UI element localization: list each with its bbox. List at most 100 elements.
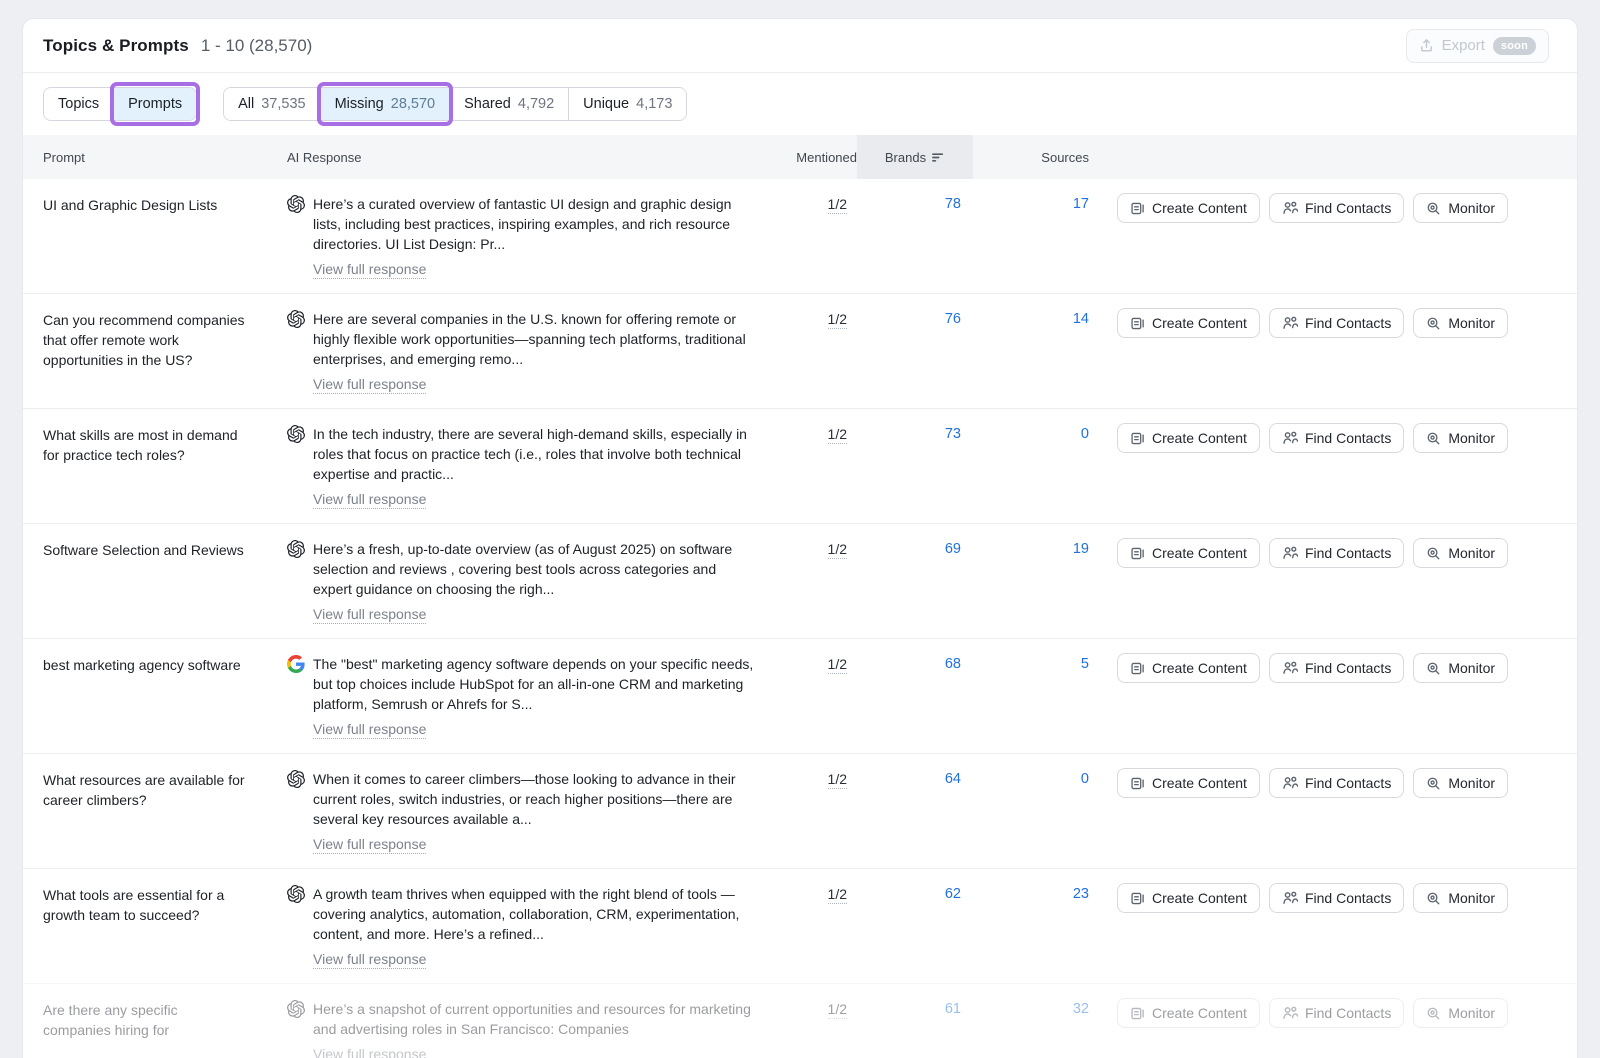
create-content-button[interactable]: Create Content xyxy=(1117,768,1260,798)
sources-count-link[interactable]: 23 xyxy=(1073,886,1089,902)
mentioned-cell: 1/2 xyxy=(771,869,857,904)
brands-count-link[interactable]: 61 xyxy=(945,1001,961,1017)
monitor-button[interactable]: Monitor xyxy=(1413,308,1508,338)
row-actions: Create Content Find Contacts Monitor xyxy=(1089,639,1553,683)
monitor-button[interactable]: Monitor xyxy=(1413,653,1508,683)
mentioned-value[interactable]: 1/2 xyxy=(828,886,847,904)
brands-count-link[interactable]: 76 xyxy=(945,311,961,327)
create-content-button[interactable]: Create Content xyxy=(1117,308,1260,338)
tab-prompts[interactable]: Prompts xyxy=(113,88,196,120)
brands-cell: 69 xyxy=(857,524,973,557)
brands-count-link[interactable]: 78 xyxy=(945,196,961,212)
mentioned-cell: 1/2 xyxy=(771,754,857,789)
find-contacts-icon xyxy=(1282,660,1298,676)
sources-count-link[interactable]: 17 xyxy=(1073,196,1089,212)
ai-response-cell: When it comes to career climbers—those l… xyxy=(287,754,771,868)
table-row: best marketing agency software The "best… xyxy=(23,638,1577,753)
create-content-button[interactable]: Create Content xyxy=(1117,998,1260,1028)
mentioned-value[interactable]: 1/2 xyxy=(828,541,847,559)
sources-count-link[interactable]: 0 xyxy=(1081,771,1089,787)
find-contacts-button[interactable]: Find Contacts xyxy=(1269,998,1404,1028)
view-full-response-link[interactable]: View full response xyxy=(313,721,426,739)
mentioned-value[interactable]: 1/2 xyxy=(828,426,847,444)
tab-all[interactable]: All 37,535 xyxy=(224,88,319,120)
column-header-prompt: Prompt xyxy=(43,135,287,179)
row-actions: Create Content Find Contacts Monitor xyxy=(1089,984,1553,1028)
create-content-icon xyxy=(1130,891,1145,906)
create-content-button[interactable]: Create Content xyxy=(1117,653,1260,683)
create-content-icon xyxy=(1130,316,1145,331)
find-contacts-button[interactable]: Find Contacts xyxy=(1269,308,1404,338)
tab-shared[interactable]: Shared 4,792 xyxy=(449,88,568,120)
ai-response-cell: Here’s a snapshot of current opportuniti… xyxy=(287,984,771,1058)
monitor-icon xyxy=(1426,1006,1441,1021)
find-contacts-button[interactable]: Find Contacts xyxy=(1269,768,1404,798)
sources-count-link[interactable]: 5 xyxy=(1081,656,1089,672)
openai-icon xyxy=(287,540,305,558)
mentioned-value[interactable]: 1/2 xyxy=(828,771,847,789)
view-full-response-link[interactable]: View full response xyxy=(313,376,426,394)
view-full-response-link[interactable]: View full response xyxy=(313,836,426,854)
tab-unique-label: Unique xyxy=(583,96,629,112)
brands-count-link[interactable]: 69 xyxy=(945,541,961,557)
find-contacts-icon xyxy=(1282,1005,1298,1021)
prompt-text: What tools are essential for a growth te… xyxy=(43,869,287,941)
sources-count-link[interactable]: 0 xyxy=(1081,426,1089,442)
prompt-text: Are there any specific companies hiring … xyxy=(43,984,287,1056)
brands-count-link[interactable]: 68 xyxy=(945,656,961,672)
sources-count-link[interactable]: 32 xyxy=(1073,1001,1089,1017)
monitor-button[interactable]: Monitor xyxy=(1413,883,1508,913)
view-full-response-link[interactable]: View full response xyxy=(313,606,426,624)
openai-icon xyxy=(287,195,305,213)
monitor-button[interactable]: Monitor xyxy=(1413,193,1508,223)
mentioned-value[interactable]: 1/2 xyxy=(828,1001,847,1019)
sources-count-link[interactable]: 14 xyxy=(1073,311,1089,327)
mentioned-value[interactable]: 1/2 xyxy=(828,196,847,214)
brands-count-link[interactable]: 73 xyxy=(945,426,961,442)
find-contacts-icon xyxy=(1282,775,1298,791)
view-full-response-link[interactable]: View full response xyxy=(313,261,426,279)
column-header-sources[interactable]: Sources xyxy=(973,135,1089,179)
tab-missing-label: Missing xyxy=(335,96,384,112)
find-contacts-button[interactable]: Find Contacts xyxy=(1269,883,1404,913)
create-content-button[interactable]: Create Content xyxy=(1117,538,1260,568)
monitor-button[interactable]: Monitor xyxy=(1413,538,1508,568)
brands-count-link[interactable]: 62 xyxy=(945,886,961,902)
view-full-response-link[interactable]: View full response xyxy=(313,951,426,969)
ai-response-cell: Here’s a curated overview of fantastic U… xyxy=(287,179,771,293)
create-content-button[interactable]: Create Content xyxy=(1117,193,1260,223)
create-content-button[interactable]: Create Content xyxy=(1117,883,1260,913)
tab-topics[interactable]: Topics xyxy=(44,88,113,120)
find-contacts-button[interactable]: Find Contacts xyxy=(1269,538,1404,568)
monitor-button[interactable]: Monitor xyxy=(1413,998,1508,1028)
find-contacts-button[interactable]: Find Contacts xyxy=(1269,423,1404,453)
sources-cell: 32 xyxy=(973,984,1089,1017)
table-row: What tools are essential for a growth te… xyxy=(23,868,1577,983)
tab-unique[interactable]: Unique 4,173 xyxy=(568,88,686,120)
create-content-icon xyxy=(1130,661,1145,676)
view-full-response-link[interactable]: View full response xyxy=(313,491,426,509)
openai-icon xyxy=(287,425,305,443)
create-content-button[interactable]: Create Content xyxy=(1117,423,1260,453)
find-contacts-button[interactable]: Find Contacts xyxy=(1269,653,1404,683)
upload-icon xyxy=(1419,38,1434,53)
mentioned-value[interactable]: 1/2 xyxy=(828,311,847,329)
column-header-mentioned[interactable]: Mentioned xyxy=(771,135,857,179)
monitor-button[interactable]: Monitor xyxy=(1413,423,1508,453)
mentioned-value[interactable]: 1/2 xyxy=(828,656,847,674)
brands-count-link[interactable]: 64 xyxy=(945,771,961,787)
prompt-text: best marketing agency software xyxy=(43,639,287,691)
view-full-response-link[interactable]: View full response xyxy=(313,1046,426,1058)
monitor-button[interactable]: Monitor xyxy=(1413,768,1508,798)
row-actions: Create Content Find Contacts Monitor xyxy=(1089,179,1553,223)
monitor-icon xyxy=(1426,316,1441,331)
export-button[interactable]: Export soon xyxy=(1406,29,1549,63)
find-contacts-button[interactable]: Find Contacts xyxy=(1269,193,1404,223)
table-header: Prompt AI Response Mentioned Brands Sour… xyxy=(23,135,1577,179)
sources-count-link[interactable]: 19 xyxy=(1073,541,1089,557)
table-row: What skills are most in demand for pract… xyxy=(23,408,1577,523)
page-title: Topics & Prompts xyxy=(43,36,189,56)
column-header-brands[interactable]: Brands xyxy=(857,135,973,179)
mentioned-cell: 1/2 xyxy=(771,294,857,329)
tab-missing[interactable]: Missing 28,570 xyxy=(320,88,450,120)
